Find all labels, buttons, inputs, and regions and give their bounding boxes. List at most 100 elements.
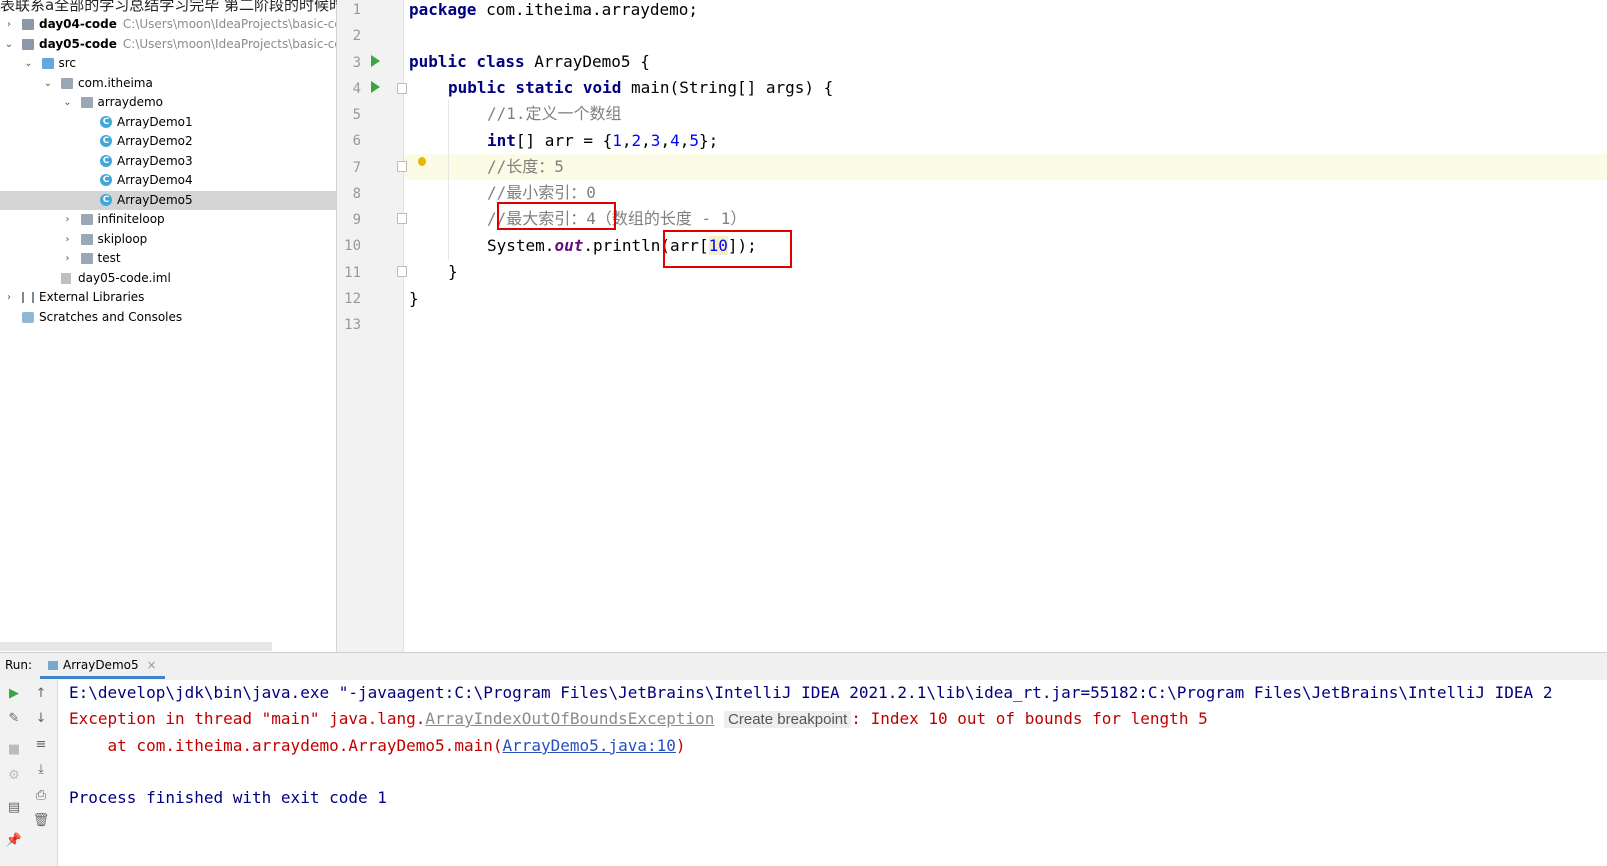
package-icon xyxy=(61,77,73,89)
rerun-icon[interactable]: ▶ xyxy=(1,683,27,705)
wrench-icon[interactable]: ✎ xyxy=(1,708,27,730)
tree-item[interactable]: › infiniteloop xyxy=(0,210,336,229)
chevron-down-icon[interactable]: ⌄ xyxy=(43,74,53,93)
tree-item-text: com.itheima xyxy=(78,75,153,90)
print-icon[interactable]: ⎙ xyxy=(28,785,54,807)
java-class-icon: C xyxy=(100,154,112,167)
fold-marker-icon[interactable] xyxy=(397,213,407,224)
create-breakpoint-link[interactable]: Create breakpoint xyxy=(724,711,852,728)
tree-item[interactable]: › External Libraries xyxy=(0,288,336,307)
code-line-3[interactable]: public class ArrayDemo5 { xyxy=(409,49,650,75)
chevron-down-icon[interactable]: ⌄ xyxy=(24,54,34,73)
tree-item[interactable]: C ArrayDemo3 xyxy=(0,152,336,171)
tree-item-label: day05-code.iml xyxy=(78,269,171,288)
line-number: 1 xyxy=(352,2,361,18)
tree-item[interactable]: ⌄ arraydemo xyxy=(0,93,336,112)
tree-item[interactable]: › day04-code C:\Users\moon\IdeaProjects\ba… xyxy=(0,15,336,34)
clear-all-icon[interactable]: 🗑 xyxy=(28,810,54,832)
close-tab-icon[interactable]: × xyxy=(146,658,156,672)
libraries-icon xyxy=(22,292,34,303)
chevron-right-icon[interactable]: › xyxy=(4,15,14,34)
tree-item-label: ArrayDemo5 xyxy=(117,191,193,210)
tree-item-label: External Libraries xyxy=(39,288,144,307)
tree-item-text: src xyxy=(58,56,77,70)
layout-icon[interactable]: ▤ xyxy=(1,797,27,819)
intention-bulb-icon[interactable] xyxy=(418,157,426,166)
java-class-icon: C xyxy=(100,135,112,147)
module-icon xyxy=(22,38,34,50)
stop-icon[interactable]: ■ xyxy=(1,739,27,761)
run-label: Run: xyxy=(5,658,33,672)
code-line-11[interactable]: } xyxy=(448,259,458,285)
tree-item-label: src xyxy=(59,54,77,73)
tree-item[interactable]: ⌄ src xyxy=(0,54,336,73)
chevron-right-icon[interactable]: › xyxy=(63,230,73,249)
tree-item[interactable]: C ArrayDemo2 xyxy=(0,132,336,151)
line-number: 6 xyxy=(352,133,361,150)
tree-item[interactable]: › skiploop xyxy=(0,230,336,249)
tree-item[interactable]: › test xyxy=(0,249,336,268)
scroll-up-icon[interactable]: ↑ xyxy=(28,683,54,705)
exception-class-link[interactable]: ArrayIndexOutOfBoundsException xyxy=(425,709,714,728)
current-line-highlight xyxy=(404,154,1607,180)
code-line-1[interactable]: package com.itheima.arraydemo; xyxy=(409,0,698,23)
tree-item[interactable]: ⌄ day05-code C:\Users\moon\IdeaProjects\ba… xyxy=(0,35,336,54)
java-class-icon: C xyxy=(100,174,112,186)
tree-item-label: skiploop xyxy=(98,230,148,249)
run-tab-arraydemo5[interactable]: ArrayDemo5 × xyxy=(40,652,165,679)
run-panel-header xyxy=(0,652,1607,681)
tree-item[interactable]: C ArrayDemo5 xyxy=(0,190,336,210)
tree-item-label: infiniteloop xyxy=(98,210,165,229)
code-line-7[interactable]: //长度：5 xyxy=(487,154,564,180)
line-number: 11 xyxy=(344,264,361,281)
tree-horizontal-scrollbar[interactable] xyxy=(0,642,272,651)
tree-item-text: arraydemo xyxy=(97,95,164,109)
line-number: 7 xyxy=(352,159,361,176)
chevron-right-icon[interactable]: › xyxy=(4,288,14,307)
fold-marker-icon[interactable] xyxy=(397,83,407,94)
tree-item[interactable]: day05-code.iml xyxy=(0,269,336,288)
tree-item-label: ArrayDemo1 xyxy=(117,113,193,132)
chevron-right-icon[interactable]: › xyxy=(63,210,73,229)
package-icon xyxy=(80,97,93,108)
scroll-down-icon[interactable]: ↓ xyxy=(28,708,54,730)
code-line-5[interactable]: //1.定义一个数组 xyxy=(487,101,622,127)
scroll-to-end-icon[interactable]: ⤓ xyxy=(28,759,54,781)
fold-marker-icon[interactable] xyxy=(397,161,407,172)
indent-guide xyxy=(448,100,449,260)
code-line-6[interactable]: int[] arr = {1,2,3,4,5}; xyxy=(487,128,718,154)
restore-layout-icon[interactable]: ⚙ xyxy=(1,765,27,787)
line-number: 4 xyxy=(352,80,361,97)
tree-item-label: day04-code C:\Users\moon\IdeaProjects\bas… xyxy=(39,15,336,34)
chevron-down-icon[interactable]: ⌄ xyxy=(4,35,14,54)
package-icon xyxy=(80,233,93,245)
tree-item-text: infiniteloop xyxy=(97,212,165,226)
run-class-icon[interactable] xyxy=(371,55,380,67)
code-line-4[interactable]: public static void main(String[] args) { xyxy=(448,75,833,101)
tree-item-label: test xyxy=(98,249,121,268)
chevron-down-icon[interactable]: ⌄ xyxy=(63,93,73,112)
chevron-right-icon[interactable]: › xyxy=(63,249,73,268)
tree-item-label: day05-code C:\Users\moon\IdeaProjects\bas… xyxy=(39,35,336,54)
annotation-box-println xyxy=(663,230,792,268)
fold-marker-icon[interactable] xyxy=(397,266,407,277)
tree-item-label: Scratches and Consoles xyxy=(39,308,182,327)
package-icon xyxy=(80,253,93,264)
tree-item[interactable]: Scratches and Consoles xyxy=(0,308,336,327)
tree-item[interactable]: ⌄ com.itheima xyxy=(0,74,336,93)
tree-item-text: ArrayDemo5 xyxy=(117,192,193,207)
tree-item-label: ArrayDemo2 xyxy=(117,132,193,151)
run-main-icon[interactable] xyxy=(371,81,380,93)
tree-item-label: com.itheima xyxy=(78,74,153,93)
tree-item[interactable]: C ArrayDemo1 xyxy=(0,113,336,132)
soft-wrap-icon[interactable]: ≡ xyxy=(28,734,54,756)
tree-item-text: ArrayDemo2 xyxy=(117,134,193,148)
tree-item[interactable]: C ArrayDemo4 xyxy=(0,171,336,190)
tree-item-text: ArrayDemo4 xyxy=(117,173,193,187)
pin-tab-icon[interactable]: 📌 xyxy=(1,830,27,852)
line-number: 9 xyxy=(352,212,361,228)
stacktrace-source-link[interactable]: ArrayDemo5.java:10 xyxy=(502,736,675,755)
code-line-12[interactable]: } xyxy=(409,286,419,312)
tree-item-text: test xyxy=(97,251,121,265)
project-tree-panel: › day04-code C:\Users\moon\IdeaProjects\ba… xyxy=(0,0,337,652)
